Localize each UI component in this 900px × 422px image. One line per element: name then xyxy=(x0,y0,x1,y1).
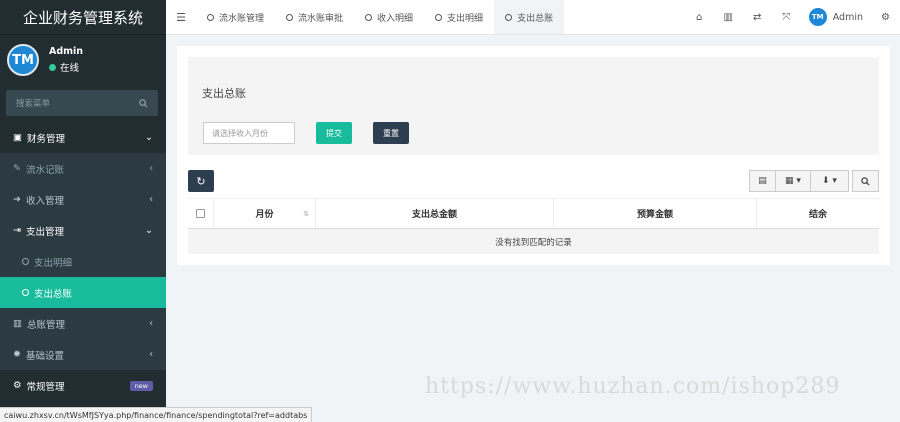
chevron-left-icon: ‹ xyxy=(149,349,153,360)
sign-in-icon: ➜ xyxy=(13,194,21,205)
column-balance[interactable]: 结余 xyxy=(757,199,879,228)
columns-button[interactable]: ▦ ▾ xyxy=(776,170,811,192)
sidebar: 企业财务管理系统 TM Admin 在线 搜索菜单 ▣ 财务管理 ⌄ ✎ 流水记账 … xyxy=(0,0,166,422)
empty-message: 没有找到匹配的记录 xyxy=(188,229,879,254)
export-button[interactable]: ⬇ ▾ xyxy=(811,170,849,192)
chevron-down-icon: ⌄ xyxy=(145,225,153,236)
app-title[interactable]: 企业财务管理系统 xyxy=(0,0,166,35)
edit-icon: ✎ xyxy=(13,163,21,174)
chevron-left-icon: ‹ xyxy=(149,318,153,329)
online-status: 在线 xyxy=(49,60,83,74)
sidebar-item-finance[interactable]: ▣ 财务管理 ⌄ xyxy=(0,122,166,153)
column-total-expense[interactable]: 支出总金额 xyxy=(316,199,554,228)
sidebar-item-journal[interactable]: ✎ 流水记账 ‹ xyxy=(0,153,166,184)
circle-icon xyxy=(207,13,214,21)
circle-icon xyxy=(22,258,29,265)
status-url: caiwu.zhxsv.cn/tWsMfJSYya.php/finance/fi… xyxy=(0,407,313,422)
bar-chart-icon: ▥ xyxy=(13,318,22,329)
circle-icon xyxy=(286,13,294,21)
search-button[interactable] xyxy=(852,170,879,192)
tab-income-detail[interactable]: 收入明细 xyxy=(354,0,424,34)
user-name: Admin xyxy=(832,11,863,23)
table-header: 月份 ⇅ 支出总金额 预算金额 结余 xyxy=(188,198,879,229)
sidebar-item-expense-ledger[interactable]: 支出总账 xyxy=(0,277,166,308)
sidebar-item-expense-detail[interactable]: 支出明细 xyxy=(0,246,166,277)
circle-icon xyxy=(435,13,443,21)
avatar: TM xyxy=(7,44,39,76)
table-toolbar: ▤ ▦ ▾ ⬇ ▾ xyxy=(749,170,879,192)
tab-bar: 流水账管理 流水账审批 收入明细 支出明细 支出总账 xyxy=(196,0,565,34)
menu-search-input[interactable]: 搜索菜单 xyxy=(6,90,158,116)
tab-expense-ledger[interactable]: 支出总账 xyxy=(494,0,565,34)
ledger-table: 月份 ⇅ 支出总金额 预算金额 结余 没有找到匹配的记录 xyxy=(188,198,879,254)
sidebar-item-general-ledger[interactable]: ▥ 总账管理 ‹ xyxy=(0,308,166,339)
sidebar-item-income[interactable]: ➜ 收入管理 ‹ xyxy=(0,184,166,215)
columns-icon: ▦ ▾ xyxy=(785,176,801,186)
column-month[interactable]: 月份 ⇅ xyxy=(214,199,316,228)
month-input[interactable]: 请选择收入月份 xyxy=(203,122,295,144)
menu-toggle-icon[interactable]: ☰ xyxy=(166,11,196,24)
sort-icon: ⇅ xyxy=(303,209,309,218)
user-name: Admin xyxy=(49,46,84,57)
main-panel: 支出总账 请选择收入月份 提交 重置 ↻ ▤ ▦ ▾ ⬇ ▾ 月份 ⇅ 支出总金额… xyxy=(177,46,890,265)
watermark: https://www.huzhan.com/ishop289 xyxy=(425,374,841,399)
user-panel: TM Admin 在线 xyxy=(0,35,166,85)
page-title: 支出总账 xyxy=(202,87,246,100)
tab-journal-approval[interactable]: 流水账审批 xyxy=(275,0,354,34)
chevron-left-icon: ‹ xyxy=(149,163,153,174)
column-budget[interactable]: 预算金额 xyxy=(554,199,757,228)
sign-out-icon: ⇥ xyxy=(13,225,21,236)
money-icon: ▣ xyxy=(13,132,22,143)
user-menu[interactable]: TM Admin xyxy=(801,8,871,26)
online-dot-icon xyxy=(49,63,56,71)
search-icon[interactable] xyxy=(139,98,148,108)
fullscreen-icon[interactable]: ⤧ xyxy=(772,12,801,23)
search-icon xyxy=(861,176,870,186)
select-all-checkbox[interactable] xyxy=(188,199,214,228)
circle-icon xyxy=(22,289,29,296)
reset-button[interactable]: 重置 xyxy=(373,122,409,144)
submit-button[interactable]: 提交 xyxy=(316,122,352,144)
trash-icon[interactable]: ▥ xyxy=(714,12,743,23)
sidebar-item-settings[interactable]: ✹ 基础设置 ‹ xyxy=(0,339,166,370)
export-icon: ⬇ ▾ xyxy=(822,176,837,186)
search-form: 支出总账 请选择收入月份 提交 重置 xyxy=(188,57,879,155)
circle-icon xyxy=(505,13,513,21)
top-navbar: ☰ 流水账管理 流水账审批 收入明细 支出明细 支出总账 ⌂ ▥ ⇄ ⤧ TM … xyxy=(166,0,900,35)
cogs-icon: ⚙ xyxy=(13,380,22,391)
chevron-left-icon: ‹ xyxy=(149,194,153,205)
avatar: TM xyxy=(808,8,827,26)
language-icon[interactable]: ⇄ xyxy=(743,12,772,23)
tab-expense-detail[interactable]: 支出明细 xyxy=(424,0,494,34)
list-icon: ▤ xyxy=(758,176,767,186)
tab-journal-management[interactable]: 流水账管理 xyxy=(196,0,275,34)
new-badge: new xyxy=(129,380,153,391)
cogs-icon[interactable]: ⚙ xyxy=(871,12,900,23)
gear-icon: ✹ xyxy=(13,349,21,360)
sidebar-item-general[interactable]: ⚙ 常规管理 new xyxy=(0,370,166,401)
chevron-down-icon: ⌄ xyxy=(145,132,153,143)
toggle-view-button[interactable]: ▤ xyxy=(749,170,776,192)
refresh-icon: ↻ xyxy=(196,174,206,188)
refresh-button[interactable]: ↻ xyxy=(188,170,214,192)
home-icon[interactable]: ⌂ xyxy=(685,12,714,23)
circle-icon xyxy=(365,13,373,21)
sidebar-item-expense[interactable]: ⇥ 支出管理 ⌄ xyxy=(0,215,166,246)
